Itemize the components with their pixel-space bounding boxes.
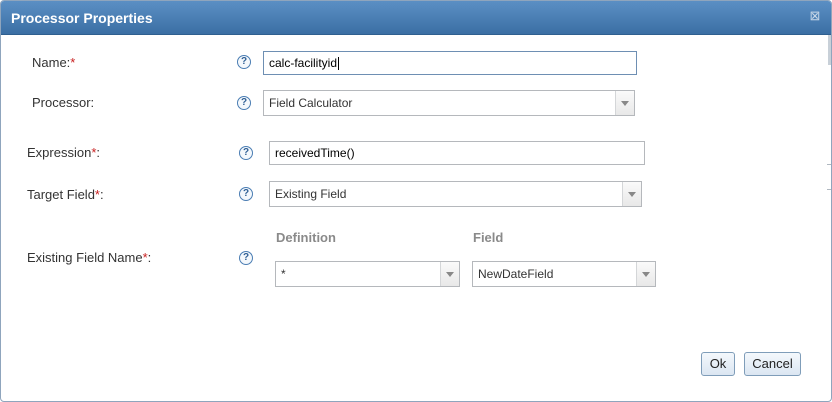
- chevron-down-icon[interactable]: [615, 91, 634, 115]
- processor-help-icon[interactable]: ?: [237, 96, 251, 110]
- processor-select[interactable]: Field Calculator: [263, 90, 635, 116]
- expression-label: Expression*:: [27, 145, 100, 160]
- name-help-icon[interactable]: ?: [237, 55, 251, 69]
- edge-tick: [827, 164, 831, 165]
- expression-help-icon[interactable]: ?: [239, 146, 253, 160]
- dialog-title: Processor Properties: [11, 10, 153, 26]
- processor-select-value: Field Calculator: [269, 96, 353, 110]
- dialog-titlebar[interactable]: Processor Properties ⊠: [1, 1, 831, 35]
- text-cursor: [338, 57, 340, 71]
- chevron-down-icon[interactable]: [622, 182, 641, 206]
- name-input[interactable]: calc-facilityid: [263, 51, 637, 75]
- definition-select[interactable]: *: [275, 261, 460, 287]
- window-edge: [828, 35, 831, 65]
- existing-field-name-label: Existing Field Name*:: [27, 250, 152, 265]
- target-field-help-icon[interactable]: ?: [239, 187, 253, 201]
- definition-select-value: *: [281, 267, 286, 281]
- processor-properties-dialog: Processor Properties ⊠ Name:* ? calc-fac…: [0, 0, 832, 402]
- field-select-value: NewDateField: [478, 267, 554, 281]
- target-field-select-value: Existing Field: [275, 187, 347, 201]
- target-field-select[interactable]: Existing Field: [269, 181, 642, 207]
- name-label: Name:*: [32, 55, 76, 70]
- edge-tick: [827, 189, 831, 190]
- ok-button[interactable]: Ok: [701, 352, 735, 376]
- chevron-down-icon[interactable]: [440, 262, 459, 286]
- definition-column-header: Definition: [276, 230, 336, 245]
- expression-input[interactable]: receivedTime(): [269, 141, 645, 165]
- close-icon[interactable]: ⊠: [808, 9, 822, 23]
- cancel-button[interactable]: Cancel: [744, 352, 801, 376]
- processor-label: Processor:: [32, 95, 95, 110]
- field-select[interactable]: NewDateField: [472, 261, 656, 287]
- target-field-label: Target Field*:: [27, 187, 104, 202]
- chevron-down-icon[interactable]: [636, 262, 655, 286]
- existing-field-name-help-icon[interactable]: ?: [239, 251, 253, 265]
- field-column-header: Field: [473, 230, 504, 245]
